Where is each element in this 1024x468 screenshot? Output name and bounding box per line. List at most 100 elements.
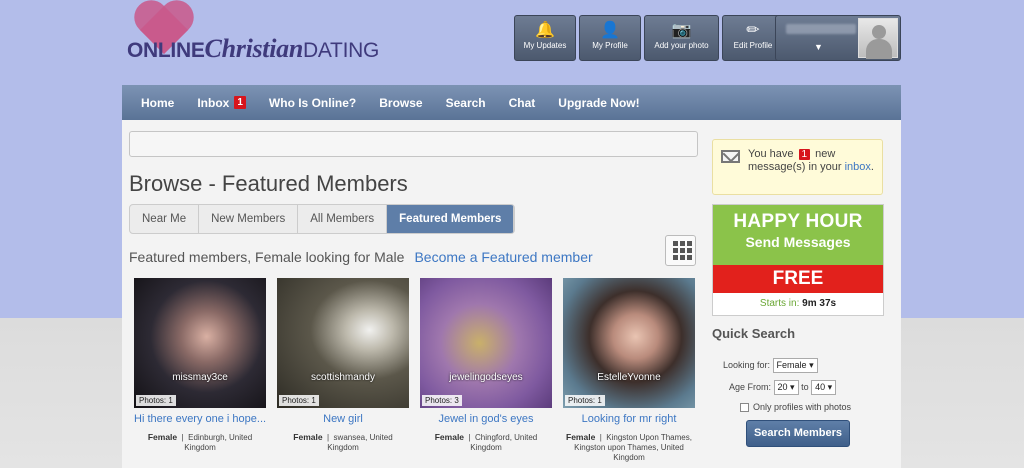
member-photo[interactable]: EstelleYvonne Photos: 1 [563,278,695,408]
member-headline[interactable]: Jewel in god's eyes [420,413,552,425]
member-gender: Female [566,432,596,442]
member-username[interactable]: scottishmandy [277,372,409,383]
member-gender: Female [147,432,178,442]
search-members-button[interactable]: Search Members [746,420,850,447]
inbox-count-badge: 1 [234,96,246,109]
age-to-select[interactable]: 40 ▾ [811,380,837,395]
add-photo-label: Add your photo [654,41,709,50]
member-username[interactable]: EstelleYvonne [563,372,695,383]
site-logo[interactable]: ONLINEChristianDATING [127,20,417,70]
member-gender: Female [434,432,465,442]
add-photo-button[interactable]: 📷 Add your photo [644,15,719,61]
subtitle-text: Featured members, Female looking for Mal… [129,249,405,265]
happy-hour-subtitle: Send Messages [745,234,851,250]
member-info: Female | swansea, United Kingdom [293,432,393,452]
logo-online: ONLINE [127,39,205,62]
tab-all-members[interactable]: All Members [298,205,388,233]
envelope-icon [721,150,740,163]
nav-who-online-label: Who Is Online? [268,95,357,110]
photos-only-label: Only profiles with photos [753,402,852,412]
looking-for-select[interactable]: Female ▾ [772,358,818,373]
my-updates-label: My Updates [523,41,567,50]
nav-who-online[interactable]: Who Is Online? [269,96,356,110]
age-from-select[interactable]: 20 ▾ [773,380,799,395]
inbox-link[interactable]: inbox [845,161,871,173]
nav-home-label: Home [141,95,175,110]
happy-hour-banner[interactable]: HAPPY HOUR Send Messages FREE Starts in:… [712,204,884,316]
my-profile-button[interactable]: 👤 My Profile [579,15,641,61]
search-bar[interactable] [129,131,698,157]
account-name-blurred [786,24,856,34]
logo-dating: DATING [303,39,380,62]
new-message-notice: You have 1 new message(s) in your inbox. [712,139,883,195]
member-card[interactable]: missmay3ce Photos: 1 Hi there every one … [134,278,266,463]
member-photo[interactable]: scottishmandy Photos: 1 [277,278,409,408]
edit-profile-label: Edit Profile [733,41,773,50]
page-title: Browse - Featured Members [129,171,408,196]
happy-hour-title: HAPPY HOUR [733,211,863,232]
message-text-end: . [870,161,874,173]
member-headline[interactable]: New girl [277,413,409,425]
member-photo[interactable]: missmay3ce Photos: 1 [134,278,266,408]
member-info: Female | Edinburgh, United Kingdom [147,432,253,452]
logo-christian: Christian [204,34,304,63]
member-location: Chingford, United Kingdom [470,433,538,452]
message-count-badge: 1 [798,149,811,160]
countdown-label: Starts in: [759,298,800,309]
member-location: Edinburgh, United Kingdom [184,433,253,452]
member-username[interactable]: jewelingodseyes [420,372,552,383]
my-profile-label: My Profile [592,41,628,50]
nav-browse-label: Browse [379,95,423,110]
member-headline[interactable]: Looking for mr right [563,413,695,425]
avatar[interactable] [858,18,898,59]
nav-home[interactable]: Home [141,96,174,110]
my-updates-button[interactable]: 🔔 My Updates [514,15,576,61]
nav-inbox[interactable]: Inbox 1 [197,96,246,110]
person-icon: 👤 [600,22,620,39]
member-headline[interactable]: Hi there every one i hope... [134,413,266,425]
grid-view-icon[interactable] [665,235,696,266]
member-username[interactable]: missmay3ce [134,372,266,383]
nav-chat[interactable]: Chat [509,96,536,110]
member-card[interactable]: scottishmandy Photos: 1 New girl Female … [277,278,409,463]
photos-only-row: Only profiles with photos [740,402,852,413]
looking-for-value: Female [776,360,807,370]
message-text-pre: You have [748,148,794,160]
nav-chat-label: Chat [508,95,536,110]
tab-new-members[interactable]: New Members [199,205,299,233]
photo-count: Photos: 1 [565,395,605,406]
nav-browse[interactable]: Browse [379,96,422,110]
countdown-value: 9m 37s [802,298,837,309]
tab-near-me[interactable]: Near Me [130,205,200,233]
member-cards: missmay3ce Photos: 1 Hi there every one … [134,278,695,463]
photo-count: Photos: 1 [136,395,176,406]
member-info: Female | Kingston Upon Thames, Kingston … [566,432,692,462]
age-from-label: Age From: [729,382,772,392]
sidebar: You have 1 new message(s) in your inbox.… [705,130,896,468]
nav-upgrade-label: Upgrade Now! [558,95,640,110]
age-from-value: 20 [777,382,788,392]
nav-upgrade[interactable]: Upgrade Now! [558,96,639,110]
member-location: swansea, United Kingdom [327,433,393,452]
become-featured-link[interactable]: Become a Featured member [414,249,592,265]
tab-featured-members[interactable]: Featured Members [387,205,515,233]
photo-count: Photos: 1 [279,395,319,406]
looking-for-row: Looking for: Female ▾ [723,358,818,373]
nav-search[interactable]: Search [446,96,486,110]
member-photo[interactable]: jewelingodseyes Photos: 3 [420,278,552,408]
nav-search-label: Search [445,95,486,110]
age-to-label: to [801,382,809,392]
looking-for-label: Looking for: [723,360,771,370]
photos-only-checkbox[interactable] [740,403,749,413]
top-toolbar: 🔔 My Updates 👤 My Profile 📷 Add your photo … [514,15,784,61]
browse-tabs: Near Me New Members All Members Featured… [129,204,516,234]
account-menu[interactable]: ▼ [775,15,901,61]
chevron-down-icon[interactable]: ▼ [814,42,823,52]
happy-hour-free: FREE [713,265,883,293]
results-subtitle: Featured members, Female looking for Mal… [129,249,593,265]
member-card[interactable]: EstelleYvonne Photos: 1 Looking for mr r… [563,278,695,463]
member-card[interactable]: jewelingodseyes Photos: 3 Jewel in god's… [420,278,552,463]
nav-inbox-label: Inbox [197,95,230,110]
member-info: Female | Chingford, United Kingdom [434,432,538,452]
age-row: Age From: 20 ▾ to 40 ▾ [729,380,837,395]
